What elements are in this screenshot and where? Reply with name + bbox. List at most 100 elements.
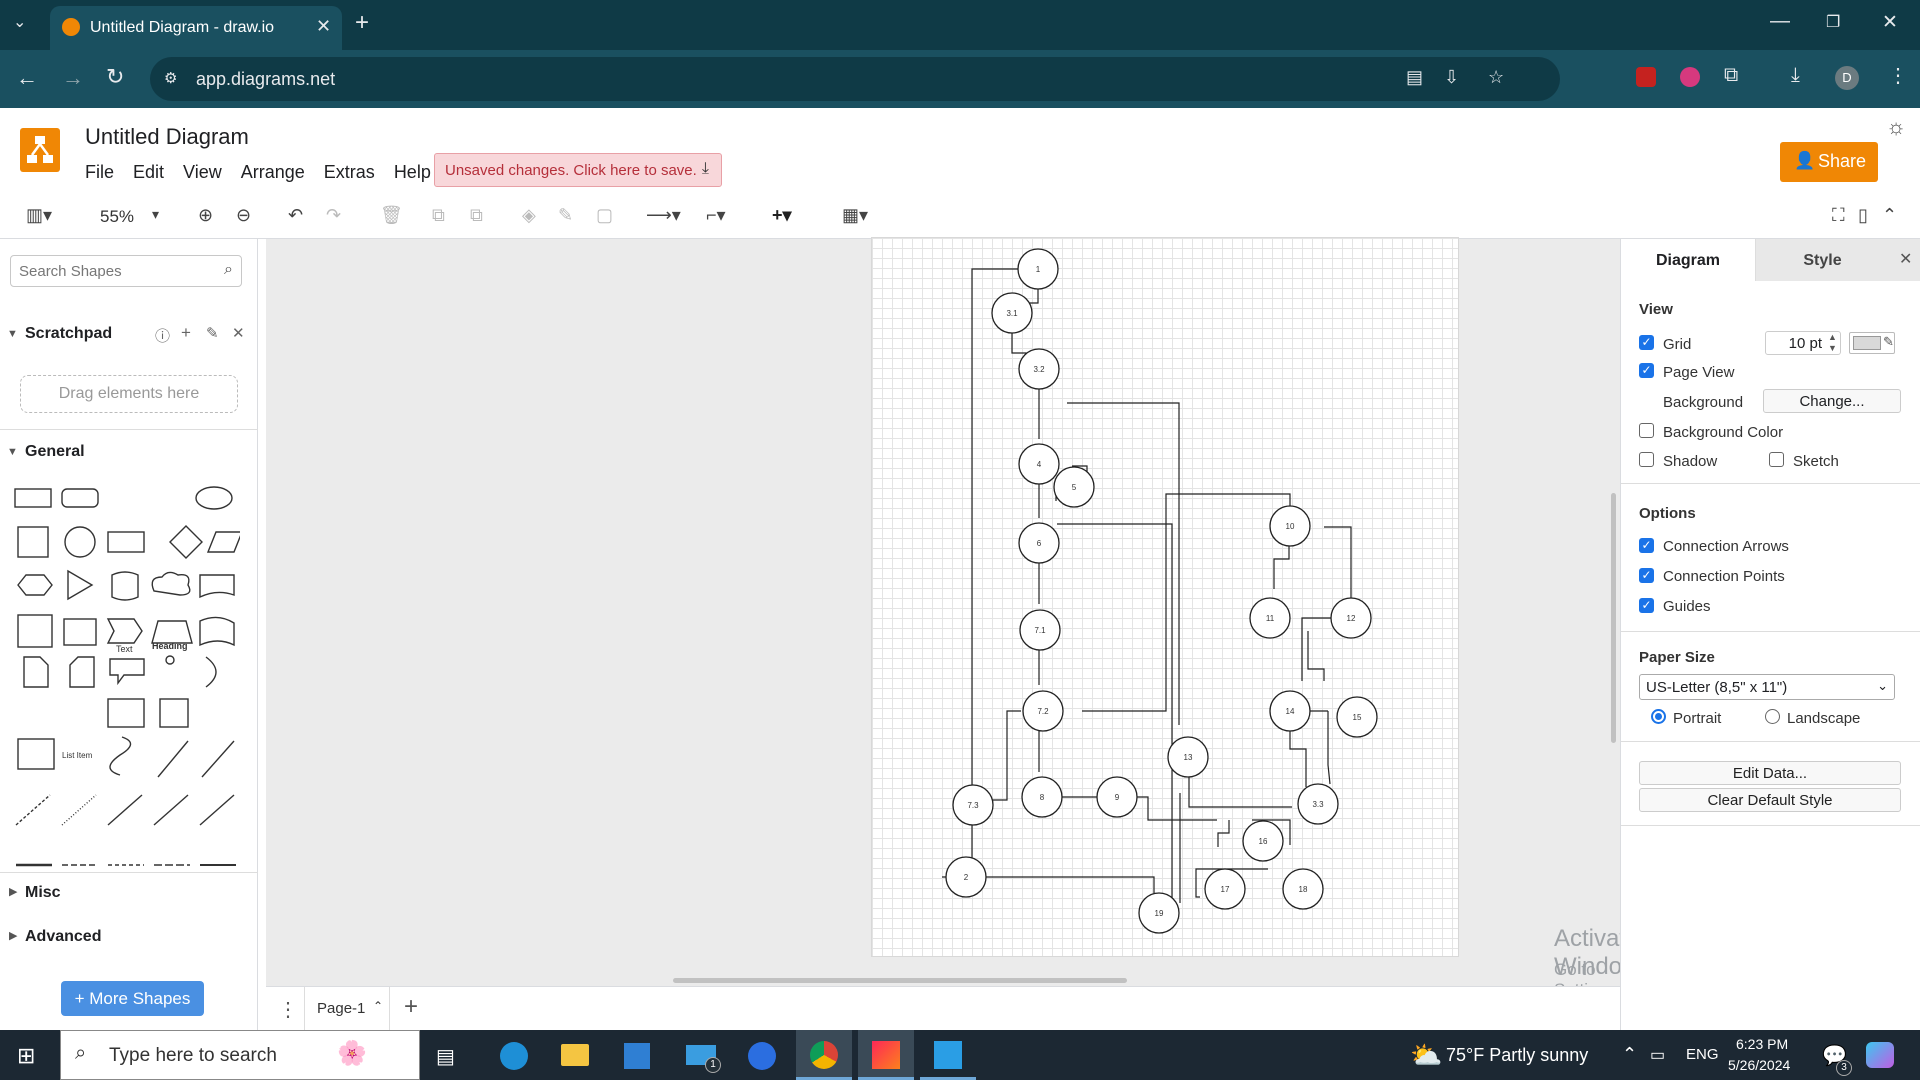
extension-icon[interactable] <box>1680 67 1700 87</box>
install-app-icon[interactable]: ⇩ <box>1444 67 1459 88</box>
collapse-icon[interactable]: ⌃ <box>1882 205 1897 226</box>
clear-default-style-button[interactable]: Clear Default Style <box>1639 788 1901 812</box>
search-shapes-input[interactable]: Search Shapes ⌕ <box>10 255 242 287</box>
step-shape[interactable] <box>106 618 143 644</box>
general-header[interactable]: General <box>25 443 85 461</box>
page-tab[interactable]: Page-1 ⌃ <box>304 987 390 1030</box>
square-shape[interactable] <box>17 526 49 558</box>
note-shape[interactable] <box>23 656 49 688</box>
horizontal-scrollbar[interactable] <box>673 978 1127 983</box>
task-view-icon[interactable]: ▤ <box>436 1044 455 1069</box>
chrome-taskbar-button[interactable] <box>796 1030 852 1080</box>
or-shape[interactable] <box>205 656 217 688</box>
grid-size-stepper-icon[interactable]: ▲ ▼ <box>1828 332 1837 354</box>
tab-diagram[interactable]: Diagram <box>1621 239 1755 281</box>
format-panel-icon[interactable]: ▯ <box>1858 205 1868 226</box>
rounded-rectangle-shape[interactable] <box>61 488 99 508</box>
change-background-button[interactable]: Change... <box>1763 389 1901 413</box>
page-options-icon[interactable]: ⌃ <box>373 999 383 1013</box>
battery-network-icon[interactable]: ▭ <box>1650 1045 1665 1065</box>
circle-shape[interactable] <box>64 526 96 558</box>
diagram-node-7.2[interactable]: 7.2 <box>1022 690 1064 732</box>
menu-extras[interactable]: Extras <box>324 162 375 183</box>
landscape-radio[interactable] <box>1765 709 1780 724</box>
connection-arrows-checkbox[interactable]: ✓ <box>1639 538 1654 553</box>
hexagon-shape[interactable] <box>17 574 53 596</box>
diagram-node-15[interactable]: 15 <box>1336 696 1378 738</box>
grid-color-picker[interactable]: ✎ <box>1849 332 1895 354</box>
directional-connector-shape[interactable] <box>199 794 235 826</box>
more-shapes-button[interactable]: + More Shapes <box>61 981 204 1016</box>
scratchpad-header[interactable]: Scratchpad <box>25 325 112 343</box>
undo-icon[interactable]: ↶ <box>288 205 303 226</box>
diagram-node-7.3[interactable]: 7.3 <box>952 784 994 826</box>
diagram-node-16[interactable]: 16 <box>1242 820 1284 862</box>
connection-points-checkbox[interactable]: ✓ <box>1639 568 1654 583</box>
new-tab-icon[interactable]: + <box>355 9 369 37</box>
menu-arrange[interactable]: Arrange <box>241 162 305 183</box>
list-shape[interactable] <box>17 738 55 770</box>
insert-icon[interactable]: +▾ <box>772 205 792 226</box>
misc-expand-icon[interactable]: ▶ <box>9 885 17 898</box>
help-icon[interactable]: ⓘ <box>155 325 170 346</box>
menu-edit[interactable]: Edit <box>133 162 164 183</box>
background-color-checkbox[interactable] <box>1639 423 1654 438</box>
forward-icon[interactable]: → <box>62 65 84 91</box>
taskbar-search-input[interactable]: ⌕ Type here to search 🌸 <box>60 1030 420 1080</box>
clipboard-icon[interactable]: ▤ <box>1406 67 1423 88</box>
tab-style[interactable]: Style <box>1755 239 1889 281</box>
internal-storage-shape[interactable] <box>17 614 53 648</box>
windows-start-icon[interactable]: ⊞ <box>17 1043 35 1069</box>
list-item-shape[interactable]: List Item <box>62 751 92 760</box>
scratchpad-drop-zone[interactable]: Drag elements here <box>20 375 238 413</box>
shadow-checkbox[interactable] <box>1639 452 1654 467</box>
diagram-node-6[interactable]: 6 <box>1018 522 1060 564</box>
text-shape[interactable]: Text <box>116 644 133 654</box>
line-color-icon[interactable]: ✎ <box>558 205 573 226</box>
bookmark-star-icon[interactable]: ☆ <box>1488 67 1504 88</box>
to-front-icon[interactable]: ⧉ <box>432 205 445 226</box>
ellipse-shape[interactable] <box>195 486 233 510</box>
line-shape[interactable] <box>107 794 143 826</box>
cube-shape[interactable] <box>63 618 97 646</box>
diamond-shape[interactable] <box>169 525 203 559</box>
document-shape[interactable] <box>199 574 235 599</box>
vertical-scrollbar[interactable] <box>1611 493 1616 743</box>
bidirectional-connector-shape[interactable] <box>153 794 189 826</box>
callout-shape[interactable] <box>109 658 145 686</box>
photos-taskbar-button[interactable] <box>920 1030 976 1080</box>
menu-view[interactable]: View <box>183 162 222 183</box>
page-view-checkbox[interactable]: ✓ <box>1639 363 1654 378</box>
process-shape[interactable] <box>107 531 145 553</box>
edit-icon[interactable]: ✎ <box>206 324 219 342</box>
microsoft-store-icon[interactable] <box>624 1043 650 1069</box>
trapezoid-shape[interactable] <box>151 620 193 644</box>
edge[interactable] <box>968 876 1155 909</box>
format-panel-toggle-icon[interactable]: ▥▾ <box>26 205 52 226</box>
diagram-canvas[interactable]: 1 3.1 3.2 4 5 6 7.1 7.2 7.3 8 9 2 19 10 11 12 14 15 3.3 13 1… <box>266 237 1651 1059</box>
site-info-icon[interactable]: ⚙ <box>164 69 177 87</box>
sketch-checkbox[interactable] <box>1769 452 1784 467</box>
file-explorer-icon[interactable] <box>561 1044 589 1066</box>
diagram-node-3.3[interactable]: 3.3 <box>1297 783 1339 825</box>
guides-checkbox[interactable]: ✓ <box>1639 598 1654 613</box>
diagram-node-11[interactable]: 11 <box>1249 597 1291 639</box>
zoom-level[interactable]: 55% <box>100 207 134 227</box>
edge[interactable] <box>1327 711 1331 785</box>
cloud-shape[interactable] <box>151 571 191 596</box>
diagram-node-19[interactable]: 19 <box>1138 892 1180 934</box>
portrait-radio[interactable] <box>1651 709 1666 724</box>
ublock-extension-icon[interactable] <box>1636 67 1656 87</box>
language-indicator[interactable]: ENG <box>1686 1046 1719 1063</box>
tab-search-icon[interactable]: ⌄ <box>13 12 26 32</box>
rectangle-shape[interactable] <box>14 488 52 508</box>
menu-help[interactable]: Help <box>394 162 431 183</box>
misc-header[interactable]: Misc <box>25 884 61 902</box>
table-icon[interactable]: ▦▾ <box>842 205 868 226</box>
delete-icon[interactable]: 🗑 <box>380 205 403 226</box>
address-bar[interactable]: ⚙ app.diagrams.net ☆ ⇩ ▤ <box>150 57 1560 101</box>
share-button[interactable]: 👤 Share <box>1780 142 1878 182</box>
zoom-dropdown-icon[interactable]: ▾ <box>152 206 159 223</box>
scratchpad-collapse-icon[interactable]: ▼ <box>7 328 18 340</box>
connection-style-icon[interactable]: ⟶▾ <box>646 205 681 226</box>
